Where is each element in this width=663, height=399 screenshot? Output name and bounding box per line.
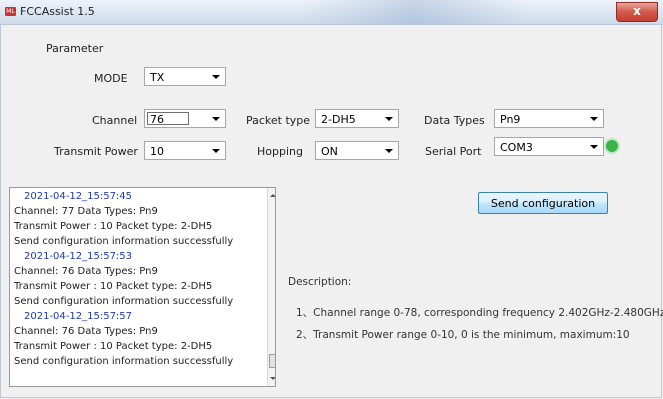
packet-type-label: Packet type [246,114,311,127]
log-textarea[interactable]: 2021-04-12_15:57:45 Channel: 77 Data Typ… [9,187,276,387]
mode-select[interactable]: TX [144,67,226,86]
mode-label: MODE [94,72,128,85]
app-icon: ML [5,7,16,16]
title-bar[interactable]: ML FCCAssist 1.5 x [0,0,663,25]
chevron-down-icon[interactable] [208,144,223,157]
scrollbar-thumb[interactable] [269,354,275,368]
chevron-down-icon[interactable] [586,140,601,153]
log-line: Transmit Power : 10 Packet type: 2-DH5 [14,221,213,232]
channel-combo[interactable]: 76 [144,109,226,128]
log-timestamp: 2021-04-12_15:57:53 [24,251,133,262]
channel-input[interactable]: 76 [147,112,189,126]
log-scrollbar[interactable] [267,188,275,386]
serial-port-select[interactable]: COM3 [494,137,604,156]
hopping-select[interactable]: ON [315,141,399,160]
channel-value: 76 [150,113,164,126]
chevron-down-icon[interactable] [381,144,396,157]
title-bar-backdrop [300,0,530,24]
log-timestamp: 2021-04-12_15:57:57 [24,311,133,322]
data-types-select[interactable]: Pn9 [494,109,604,128]
log-line: Channel: 77 Data Types: Pn9 [14,206,158,217]
description-line-1: 1、Channel range 0-78, corresponding freq… [296,307,663,319]
transmit-power-label: Transmit Power [54,145,138,158]
serial-port-label: Serial Port [425,145,482,158]
serial-port-value: COM3 [500,141,533,154]
chevron-down-icon[interactable] [586,112,601,125]
data-types-label: Data Types [424,114,485,127]
chevron-down-icon[interactable] [208,70,223,83]
hopping-label: Hopping [257,145,303,158]
transmit-power-select[interactable]: 10 [144,141,226,160]
parameter-heading: Parameter [46,42,104,55]
chevron-down-icon[interactable] [208,112,223,125]
chevron-down-icon[interactable] [381,112,396,125]
description-line-2: 2、Transmit Power range 0-10, 0 is the mi… [296,329,630,341]
log-line: Channel: 76 Data Types: Pn9 [14,326,158,337]
description-title: Description: [288,276,352,288]
packet-type-select[interactable]: 2-DH5 [315,109,399,128]
channel-label: Channel [92,114,138,127]
window-title: FCCAssist 1.5 [20,5,95,18]
log-line: Send configuration information successfu… [14,236,234,247]
packet-type-value: 2-DH5 [321,113,356,126]
transmit-power-value: 10 [150,145,164,158]
log-line: Transmit Power : 10 Packet type: 2-DH5 [14,281,213,292]
log-timestamp: 2021-04-12_15:57:45 [24,191,133,202]
scroll-up-arrow-icon[interactable] [268,190,275,202]
hopping-value: ON [321,145,338,158]
connection-status-icon [606,140,618,152]
log-line: Send configuration information successfu… [14,296,234,307]
close-button[interactable]: x [616,2,658,22]
mode-value: TX [150,71,165,84]
data-types-value: Pn9 [500,113,521,126]
scroll-down-arrow-icon[interactable] [268,373,275,385]
log-line: Channel: 76 Data Types: Pn9 [14,266,158,277]
send-configuration-button[interactable]: Send configuration [478,192,608,214]
log-line: Transmit Power : 10 Packet type: 2-DH5 [14,341,213,352]
log-line: Send configuration information successfu… [14,356,234,367]
